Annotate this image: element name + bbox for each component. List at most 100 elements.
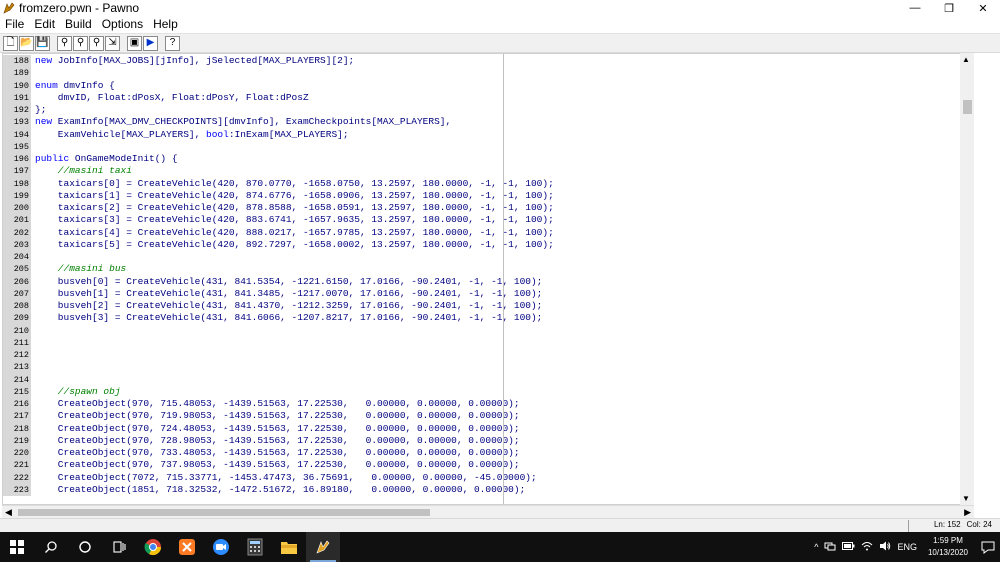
code-line[interactable]: 194 ExamVehicle[MAX_PLAYERS], bool:InExa…: [3, 128, 963, 141]
code-line[interactable]: 199 taxicars[1] = CreateVehicle(420, 874…: [3, 189, 963, 202]
menu-help[interactable]: Help: [148, 16, 183, 32]
code-line[interactable]: 208 busveh[2] = CreateVehicle(431, 841.4…: [3, 300, 963, 313]
code-line[interactable]: 220 CreateObject(970, 733.48053, -1439.5…: [3, 447, 963, 460]
code-line[interactable]: 223 CreateObject(1851, 718.32532, -1472.…: [3, 483, 963, 496]
windows-logo-icon: [10, 540, 24, 554]
title-bar: fromzero.pwn - Pawno — ❐ ✕: [0, 0, 1000, 16]
line-number: 216: [3, 398, 31, 411]
network-icon[interactable]: [824, 541, 836, 553]
code-line[interactable]: 188 new JobInfo[MAX_JOBS][jInfo], jSelect…: [3, 55, 963, 68]
xampp-app[interactable]: [170, 532, 204, 562]
battery-icon[interactable]: [842, 542, 855, 552]
open-folder-icon: 📂: [20, 37, 33, 48]
code-line[interactable]: 197 //masini taxi: [3, 165, 963, 178]
code-line[interactable]: 217 CreateObject(970, 719.98053, -1439.5…: [3, 410, 963, 423]
menu-build[interactable]: Build: [60, 16, 97, 32]
task-view-button[interactable]: [102, 532, 136, 562]
code-line[interactable]: 202 taxicars[4] = CreateVehicle(420, 888…: [3, 226, 963, 239]
code-line[interactable]: 210: [3, 324, 963, 337]
code-line[interactable]: 215 //spawn obj: [3, 385, 963, 398]
zoom-app[interactable]: [204, 532, 238, 562]
menu-options[interactable]: Options: [97, 16, 148, 32]
calculator-app[interactable]: [238, 532, 272, 562]
code-line[interactable]: 192};: [3, 104, 963, 117]
code-line[interactable]: 221 CreateObject(970, 737.98053, -1439.5…: [3, 459, 963, 472]
window-title: fromzero.pwn - Pawno: [19, 1, 140, 15]
code-line[interactable]: 195: [3, 140, 963, 153]
find-button[interactable]: ⚲: [57, 35, 72, 51]
code-line[interactable]: 205 //masini bus: [3, 263, 963, 276]
cortana-button[interactable]: [68, 532, 102, 562]
chrome-app[interactable]: [136, 532, 170, 562]
clock-date: 10/13/2020: [927, 548, 968, 557]
code-line[interactable]: 189: [3, 67, 963, 80]
tray-overflow-icon[interactable]: ^: [814, 542, 818, 552]
volume-icon[interactable]: [879, 541, 891, 553]
scroll-up-icon[interactable]: ▲: [962, 55, 970, 64]
help-button[interactable]: ?: [165, 35, 180, 51]
line-number: 192: [3, 104, 31, 117]
start-button[interactable]: [0, 532, 34, 562]
clock[interactable]: 1:59 PM 10/13/2020: [928, 535, 968, 559]
code-line[interactable]: 214: [3, 373, 963, 386]
status-bar: Ln: 152 Col: 24: [0, 518, 1000, 532]
code-line[interactable]: 201 taxicars[3] = CreateVehicle(420, 883…: [3, 214, 963, 227]
code-line[interactable]: 207 busveh[1] = CreateVehicle(431, 841.3…: [3, 287, 963, 300]
line-number: 196: [3, 153, 31, 166]
code-line[interactable]: 191 dmvID, Float:dPosX, Float:dPosY, Flo…: [3, 91, 963, 104]
close-button[interactable]: ✕: [966, 0, 1000, 16]
code-line[interactable]: 222 CreateObject(7072, 715.33771, -1453.…: [3, 471, 963, 484]
line-number: 207: [3, 287, 31, 300]
line-number: 209: [3, 312, 31, 325]
goto-line-button[interactable]: ⇲: [105, 35, 120, 51]
menu-edit[interactable]: Edit: [29, 16, 60, 32]
run-button[interactable]: ▶: [143, 35, 158, 51]
pawno-app[interactable]: [306, 532, 340, 562]
horizontal-scrollbar[interactable]: ◀ ▶: [2, 505, 974, 518]
find-next-button[interactable]: ⚲: [73, 35, 88, 51]
maximize-button[interactable]: ❐: [932, 0, 966, 16]
compile-button[interactable]: ▣: [127, 35, 142, 51]
wifi-icon[interactable]: [861, 541, 873, 553]
language-indicator[interactable]: ENG: [897, 542, 917, 552]
code-line[interactable]: 211: [3, 336, 963, 349]
code-editor[interactable]: 188 new JobInfo[MAX_JOBS][jInfo], jSelect…: [2, 53, 974, 505]
code-line[interactable]: 206 busveh[0] = CreateVehicle(431, 841.5…: [3, 275, 963, 288]
vertical-scroll-thumb[interactable]: [963, 100, 972, 114]
code-line[interactable]: 200 taxicars[2] = CreateVehicle(420, 878…: [3, 202, 963, 215]
line-number: 221: [3, 459, 31, 472]
code-text: CreateObject(970, 719.98053, -1439.51563…: [35, 410, 520, 422]
vertical-scrollbar[interactable]: ▲ ▼: [960, 53, 974, 505]
scroll-down-icon[interactable]: ▼: [962, 494, 970, 503]
minimize-button[interactable]: —: [898, 0, 932, 16]
code-line[interactable]: 213: [3, 361, 963, 374]
line-number: 211: [3, 336, 31, 349]
open-file-button[interactable]: 📂: [19, 35, 34, 51]
code-line[interactable]: 212: [3, 349, 963, 362]
notification-center-button[interactable]: [976, 532, 1000, 562]
code-line[interactable]: 209 busveh[3] = CreateVehicle(431, 841.6…: [3, 312, 963, 325]
code-line[interactable]: 216 CreateObject(970, 715.48053, -1439.5…: [3, 398, 963, 411]
horizontal-scroll-thumb[interactable]: [18, 509, 430, 516]
code-line[interactable]: 196 public OnGameModeInit() {: [3, 153, 963, 166]
code-line[interactable]: 204: [3, 251, 963, 264]
code-line[interactable]: 203 taxicars[5] = CreateVehicle(420, 892…: [3, 238, 963, 251]
code-line[interactable]: 219 CreateObject(970, 728.98053, -1439.5…: [3, 434, 963, 447]
code-line[interactable]: 218 CreateObject(970, 724.48053, -1439.5…: [3, 422, 963, 435]
file-explorer-app[interactable]: [272, 532, 306, 562]
line-number: 199: [3, 189, 31, 202]
replace-button[interactable]: ⚲: [89, 35, 104, 51]
code-line[interactable]: 193 new ExamInfo[MAX_DMV_CHECKPOINTS][dmv…: [3, 116, 963, 129]
search-button[interactable]: [34, 532, 68, 562]
scroll-right-icon[interactable]: ▶: [964, 506, 971, 518]
taskbar: ^ ENG 1:59 PM 10/13/2020: [0, 532, 1000, 562]
menu-file[interactable]: File: [0, 16, 29, 32]
save-file-button[interactable]: 💾: [35, 35, 50, 51]
line-number: 189: [3, 67, 31, 80]
line-number: 205: [3, 263, 31, 276]
code-line[interactable]: 190 enum dmvInfo {: [3, 79, 963, 92]
scroll-left-icon[interactable]: ◀: [5, 506, 12, 518]
toolbar: 🗋 📂 💾 ⚲ ⚲ ⚲ ⇲ ▣ ▶ ?: [0, 33, 1000, 53]
new-file-button[interactable]: 🗋: [3, 35, 18, 51]
code-line[interactable]: 198 taxicars[0] = CreateVehicle(420, 870…: [3, 177, 963, 190]
